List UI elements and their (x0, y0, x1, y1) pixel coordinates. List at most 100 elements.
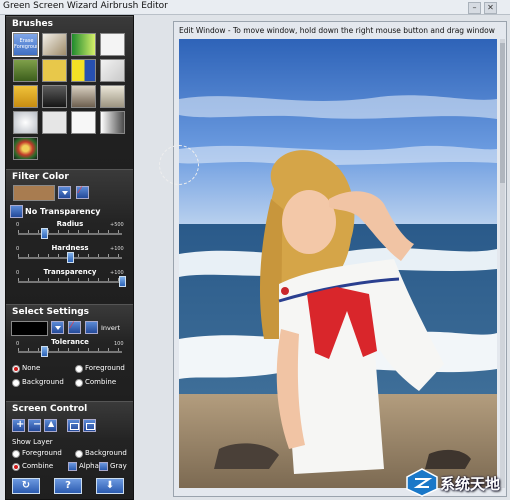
window-title-bar: Green Screen Wizard Airbrush Editor – ✕ (0, 0, 510, 15)
radius-slider-track[interactable] (18, 233, 122, 235)
transparency-label: Transparency (43, 268, 97, 276)
brushes-section: Brushes Erase Foreground (6, 16, 133, 169)
hardness-max: +100 (110, 246, 124, 252)
edit-canvas[interactable] (179, 39, 497, 488)
radius-label: Radius (56, 220, 84, 228)
watermark-text: 系统天地 (440, 475, 501, 493)
filter-color-dropdown-button[interactable] (58, 186, 71, 199)
filter-color-section: Filter Color ⁄ No Transparency Radius 0 … (6, 169, 133, 304)
gray-checkbox[interactable] (99, 462, 108, 471)
layer-background-radio[interactable] (75, 450, 83, 458)
zoom-out-button[interactable]: − (28, 419, 41, 432)
radius-slider-knob[interactable] (41, 228, 48, 239)
yellow-blue-brush-icon[interactable] (71, 59, 96, 82)
wedding-photo-brush-icon[interactable] (71, 85, 96, 108)
select-background-radio[interactable] (12, 379, 20, 387)
download-icon: ⬇ (105, 480, 115, 491)
select-combine-label: Combine (85, 378, 117, 386)
control-panel: Brushes Erase Foreground Filter Color ⁄ … (5, 15, 134, 500)
white-cloud-brush-icon[interactable] (13, 111, 38, 134)
reset-button[interactable]: ↻ (12, 478, 40, 494)
zoom-in-button[interactable]: + (12, 419, 25, 432)
hardness-min: 0 (16, 246, 20, 252)
actual-size-button[interactable] (83, 419, 96, 432)
invert-label: Invert (101, 324, 121, 332)
tolerance-min: 0 (16, 341, 20, 347)
select-foreground-radio[interactable] (75, 365, 83, 373)
invert-checkbox[interactable] (85, 321, 98, 334)
brush-grid: Erase Foreground (12, 32, 128, 160)
texture-brush-icon[interactable] (42, 33, 67, 56)
select-settings-section: Select Settings ⁄ Invert Tolerance 0 100… (6, 304, 133, 401)
no-transparency-checkbox[interactable] (10, 205, 23, 218)
edit-window-title[interactable]: Edit Window - To move window, hold down … (179, 26, 495, 35)
hardness-slider-knob[interactable] (67, 252, 74, 263)
no-transparency-label: No Transparency (25, 207, 101, 216)
refresh-icon: ↻ (21, 480, 31, 491)
watermark-icon (406, 468, 438, 497)
select-none-radio[interactable] (12, 365, 20, 373)
question-icon: ? (65, 480, 71, 491)
layer-combine-radio[interactable] (12, 463, 20, 471)
tolerance-slider-track[interactable] (18, 351, 122, 353)
tolerance-slider-knob[interactable] (41, 346, 48, 357)
grass-brush-icon[interactable] (13, 59, 38, 82)
layer-background-label: Background (85, 449, 127, 457)
select-settings-title: Select Settings (12, 307, 90, 317)
eyedropper-icon: ⁄ (71, 321, 73, 331)
face (282, 190, 336, 254)
transparency-min: 0 (16, 270, 20, 276)
radius-min: 0 (16, 222, 20, 228)
minimize-button[interactable]: – (468, 2, 481, 14)
bird-brush-icon[interactable] (13, 85, 38, 108)
move-up-button[interactable]: ▲ (44, 419, 57, 432)
eyedropper-button[interactable]: ⁄ (76, 186, 89, 199)
color-ovals-brush-icon[interactable] (42, 59, 67, 82)
save-button[interactable]: ⬇ (96, 478, 124, 494)
tolerance-label: Tolerance (51, 338, 89, 346)
lightbulb-brush-icon[interactable] (71, 111, 96, 134)
transparency-slider-knob[interactable] (119, 276, 126, 287)
alpha-label: Alpha (79, 462, 99, 470)
transparency-slider-track[interactable] (18, 281, 122, 283)
select-eyedropper-button[interactable]: ⁄ (68, 321, 81, 334)
select-color-dropdown-button[interactable] (51, 321, 64, 334)
window-title: Green Screen Wizard Airbrush Editor (3, 1, 168, 11)
select-none-label: None (22, 364, 41, 372)
gray-blank-brush-icon[interactable] (42, 111, 67, 134)
scrollbar-thumb[interactable] (500, 43, 505, 183)
fit-button[interactable] (67, 419, 80, 432)
filter-color-swatch[interactable] (13, 185, 55, 201)
eyedropper-icon: ⁄ (79, 186, 81, 196)
select-combine-radio[interactable] (75, 379, 83, 387)
filter-color-title: Filter Color (12, 172, 69, 182)
radius-max: +500 (110, 222, 124, 228)
select-foreground-label: Foreground (85, 364, 125, 372)
brush-thumb-label: Erase Foreground (14, 38, 37, 50)
layer-combine-label: Combine (22, 462, 54, 470)
help-button[interactable]: ? (54, 478, 82, 494)
edit-window: Edit Window - To move window, hold down … (173, 21, 507, 497)
screen-control-section: Screen Control + − ▲ Show Layer Foregrou… (6, 401, 133, 499)
hardness-label: Hardness (51, 244, 89, 252)
erase-foreground-brush-icon[interactable]: Erase Foreground (12, 32, 39, 57)
alpha-checkbox[interactable] (68, 462, 77, 471)
close-button[interactable]: ✕ (484, 2, 497, 14)
suit-brush-icon[interactable] (42, 85, 67, 108)
palette-brush-icon[interactable] (13, 137, 38, 160)
brushes-title: Brushes (12, 19, 53, 29)
screen-control-title: Screen Control (12, 404, 88, 414)
plus-icon: + (16, 419, 25, 430)
tolerance-max: 100 (114, 341, 124, 347)
select-color-swatch[interactable] (11, 321, 48, 336)
gray-gradient-brush-icon[interactable] (100, 111, 125, 134)
green-gradient-brush-icon[interactable] (71, 33, 96, 56)
blank-brush-icon[interactable] (100, 33, 125, 56)
layer-foreground-radio[interactable] (12, 450, 20, 458)
vertical-scrollbar[interactable] (500, 39, 505, 488)
window-icon (86, 423, 95, 430)
brush-cursor (159, 145, 199, 185)
red-swirl-brush-icon[interactable] (100, 59, 125, 82)
palm-tree-brush-icon[interactable] (100, 85, 125, 108)
watermark-logo: 系统天地 (405, 466, 509, 498)
